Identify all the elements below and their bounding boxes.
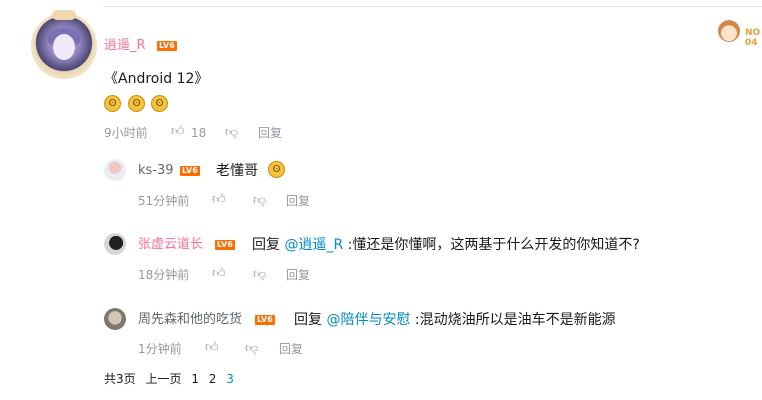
- reply-username[interactable]: 周先森和他的吃货: [138, 312, 242, 328]
- like-icon[interactable]: 👍︎: [212, 192, 226, 208]
- level-badge: LV6: [215, 240, 235, 250]
- mention-link[interactable]: @陪伴与安慰: [326, 312, 410, 328]
- reply-time: 1分钟前: [138, 342, 182, 356]
- reply-body: :混动烧油所以是油车不是新能源: [410, 312, 616, 328]
- reply-text: 回复 @逍遥_R :懂还是你懂啊，这两基于什么开发的你知道不?: [252, 236, 640, 254]
- reply-avatar[interactable]: [104, 308, 126, 330]
- level-badge: LV6: [157, 41, 177, 51]
- reply-time: 51分钟前: [138, 194, 190, 208]
- comment-time: 9小时前: [104, 126, 148, 140]
- reply-avatar[interactable]: [104, 233, 126, 255]
- level-badge: LV6: [255, 315, 275, 325]
- emoji-crying-laughing-icon: ʘ: [104, 95, 121, 112]
- reply-text: 回复 @陪伴与安慰 :混动烧油所以是油车不是新能源: [294, 311, 616, 329]
- reply-button[interactable]: 回复: [286, 267, 310, 283]
- reply-button[interactable]: 回复: [286, 193, 310, 209]
- pagination: 共3页 上一页 1 2 3: [104, 371, 240, 387]
- page-link-3[interactable]: 3: [226, 372, 234, 386]
- dislike-icon[interactable]: 👎︎: [225, 125, 238, 141]
- level-badge: LV6: [180, 166, 200, 176]
- fan-badge-number: NO 04: [745, 28, 761, 48]
- reply-prefix: 回复: [252, 237, 285, 253]
- dislike-icon[interactable]: 👎︎: [253, 267, 266, 283]
- like-icon[interactable]: 👍︎: [171, 124, 185, 140]
- comment-username[interactable]: 逍遥_R: [104, 38, 146, 54]
- dislike-icon[interactable]: 👎︎: [253, 193, 266, 209]
- reply-avatar[interactable]: [104, 159, 126, 181]
- reply-time: 18分钟前: [138, 268, 190, 282]
- prev-page-link[interactable]: 上一页: [145, 372, 181, 386]
- like-icon[interactable]: 👍︎: [205, 340, 219, 356]
- page-link-2[interactable]: 2: [209, 372, 217, 386]
- reply-prefix: 回复: [294, 312, 327, 328]
- emoji-crying-laughing-icon: ʘ: [128, 95, 145, 112]
- comment-text: 《Android 12》: [104, 71, 209, 87]
- page-link-1[interactable]: 1: [191, 372, 199, 386]
- dislike-icon[interactable]: 👎︎: [245, 341, 258, 357]
- reply-text: 老懂哥: [216, 163, 258, 179]
- mention-link[interactable]: @逍遥_R: [284, 237, 343, 253]
- top-divider: [103, 6, 762, 7]
- user-avatar[interactable]: [34, 10, 94, 76]
- like-icon[interactable]: 👍︎: [212, 266, 226, 282]
- reply-username[interactable]: 张虚云道长: [138, 237, 203, 253]
- reply-body: :懂还是你懂啊，这两基于什么开发的你知道不?: [343, 237, 640, 253]
- fan-badge-avatar[interactable]: [718, 20, 740, 42]
- emoji-crying-laughing-icon: ʘ: [151, 95, 168, 112]
- reply-username[interactable]: ks-39: [138, 163, 174, 179]
- reply-button[interactable]: 回复: [258, 125, 282, 141]
- reply-button[interactable]: 回复: [279, 341, 303, 357]
- avatar-face: [53, 34, 75, 60]
- like-count: 18: [191, 126, 207, 140]
- avatar-pendant: [52, 10, 76, 20]
- page-total: 共3页: [104, 372, 136, 386]
- emoji-doge-icon: ʘ: [268, 161, 285, 178]
